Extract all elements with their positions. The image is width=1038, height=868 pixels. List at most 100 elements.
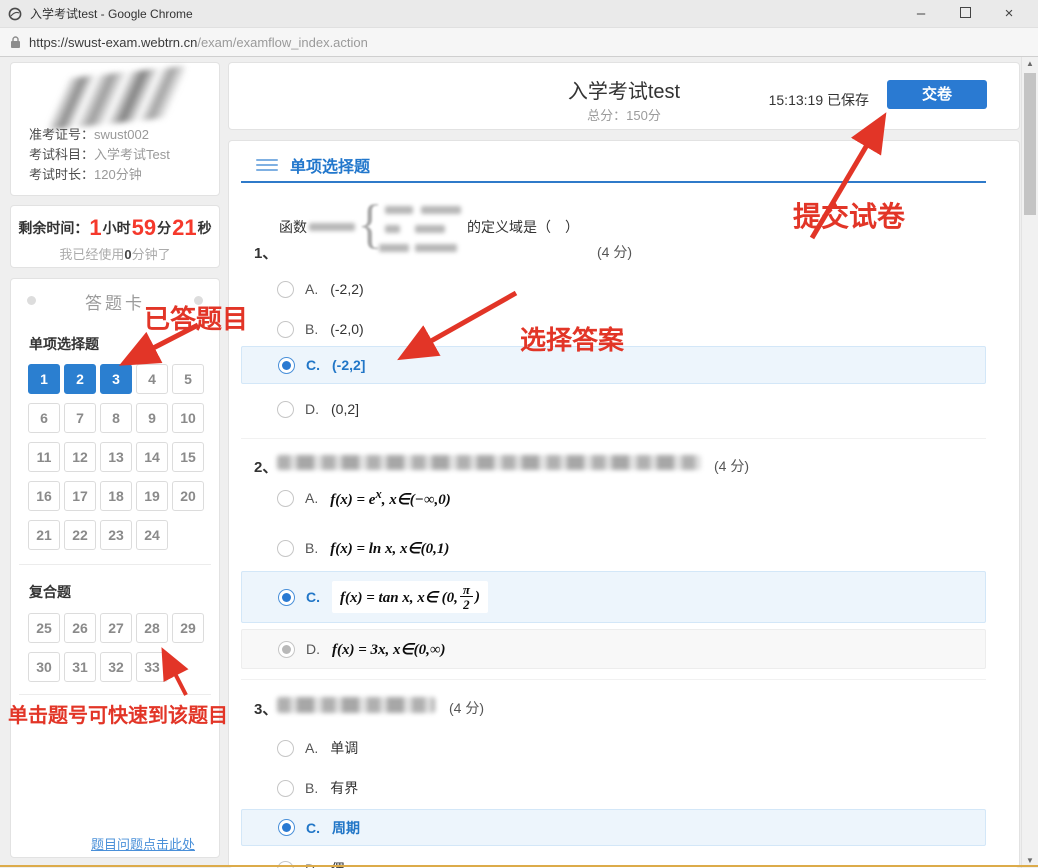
question-number-button-2[interactable]: 2 xyxy=(64,364,96,394)
question-divider xyxy=(241,679,986,680)
minimize-button[interactable]: – xyxy=(906,5,936,22)
question-number-button-21[interactable]: 21 xyxy=(28,520,60,550)
question-number-button-24[interactable]: 24 xyxy=(136,520,168,550)
q1-option-b-label: B. xyxy=(305,321,318,337)
answer-card-title: 答题卡 xyxy=(11,289,219,314)
q1-option-b[interactable]: B. (-2,0) xyxy=(241,315,986,343)
question-number-button-13[interactable]: 13 xyxy=(100,442,132,472)
question-number-button-19[interactable]: 19 xyxy=(136,481,168,511)
q3-option-c-label: C. xyxy=(306,820,320,836)
question-number-button-32[interactable]: 32 xyxy=(100,652,132,682)
question-number-button-12[interactable]: 12 xyxy=(64,442,96,472)
question-number-button-29[interactable]: 29 xyxy=(172,613,204,643)
question-number-button-28[interactable]: 28 xyxy=(136,613,168,643)
seconds-unit: 秒 xyxy=(198,220,212,236)
hours-unit: 小时 xyxy=(103,220,131,236)
question-number-button-4[interactable]: 4 xyxy=(136,364,168,394)
question-number-button-25[interactable]: 25 xyxy=(28,613,60,643)
question-number-button-26[interactable]: 26 xyxy=(64,613,96,643)
question-help-link[interactable]: 题目问题点击此处 xyxy=(91,834,195,853)
q3-option-b[interactable]: B. 有界 xyxy=(241,774,986,802)
q2-option-a-radio[interactable] xyxy=(277,490,294,507)
window-title: 入学考试test - Google Chrome xyxy=(30,5,906,22)
q2-option-c-radio[interactable] xyxy=(278,589,295,606)
q1-option-d-radio[interactable] xyxy=(277,401,294,418)
question-number-button-14[interactable]: 14 xyxy=(136,442,168,472)
remaining-time-label: 剩余时间： xyxy=(18,220,88,236)
question-1-prefix: 函数 xyxy=(279,217,307,237)
candidate-photo-blurred xyxy=(49,66,185,130)
question-number-button-22[interactable]: 22 xyxy=(64,520,96,550)
question-number-button-10[interactable]: 10 xyxy=(172,403,204,433)
vertical-scrollbar[interactable]: ▲ ▼ xyxy=(1021,57,1038,868)
q3-option-b-radio[interactable] xyxy=(277,780,294,797)
time-used-number: 0 xyxy=(124,247,131,262)
q1-option-a[interactable]: A. (-2,2) xyxy=(241,275,986,303)
question-number-button-7[interactable]: 7 xyxy=(64,403,96,433)
lock-icon xyxy=(10,35,21,49)
submit-exam-button[interactable]: 交卷 xyxy=(887,80,987,109)
question-number-button-6[interactable]: 6 xyxy=(28,403,60,433)
exam-duration-row: 考试时长：120分钟 xyxy=(29,165,170,185)
q1-option-c-selected[interactable]: C. (-2,2] xyxy=(241,346,986,384)
question-number-button-8[interactable]: 8 xyxy=(100,403,132,433)
maximize-button[interactable] xyxy=(950,5,980,22)
exam-duration-label: 考试时长： xyxy=(29,167,94,182)
q1-option-b-radio[interactable] xyxy=(277,321,294,338)
question-number-button-9[interactable]: 9 xyxy=(136,403,168,433)
question-2-score: (4 分) xyxy=(714,456,749,476)
question-number-button-17[interactable]: 17 xyxy=(64,481,96,511)
exam-header-card: 入学考试test 总分：150分 15:13:19 已保存 交卷 xyxy=(228,62,1020,130)
question-2-number: 2、 xyxy=(254,456,277,477)
q2-option-c-selected[interactable]: C. f(x) = tan x, x∈ (0, π2 ) xyxy=(241,571,986,623)
section-underline xyxy=(241,181,986,183)
question-number-button-30[interactable]: 30 xyxy=(28,652,60,682)
q2-option-d[interactable]: D. f(x) = 3x, x∈(0,∞) xyxy=(241,629,986,669)
site-favicon-icon xyxy=(8,7,22,21)
q2-option-b[interactable]: B. f(x) = ln x, x∈(0,1) xyxy=(241,534,986,562)
question-number-button-11[interactable]: 11 xyxy=(28,442,60,472)
address-bar[interactable]: https://swust-exam.webtrn.cn/exam/examfl… xyxy=(0,28,1038,57)
question-number-button-15[interactable]: 15 xyxy=(172,442,204,472)
question-number-button-27[interactable]: 27 xyxy=(100,613,132,643)
question-number-button-1[interactable]: 1 xyxy=(28,364,60,394)
question-number-button-3[interactable]: 3 xyxy=(100,364,132,394)
remaining-minutes: 59 xyxy=(131,215,157,240)
url-path: /exam/examflow_index.action xyxy=(197,35,368,50)
q1-option-d[interactable]: D. (0,2] xyxy=(241,395,986,423)
q3-option-c-radio[interactable] xyxy=(278,819,295,836)
q2-option-a[interactable]: A. f(x) = ex, x∈(−∞,0) xyxy=(241,484,986,512)
remaining-time: 剩余时间：1小时59分21秒 xyxy=(11,215,219,241)
q1-option-d-text: (0,2] xyxy=(331,401,359,417)
question-number-button-16[interactable]: 16 xyxy=(28,481,60,511)
q1-option-a-radio[interactable] xyxy=(277,281,294,298)
q3-option-c-selected[interactable]: C. 周期 xyxy=(241,809,986,846)
autosave-status: 15:13:19 已保存 xyxy=(769,90,869,110)
remaining-seconds: 21 xyxy=(171,215,197,240)
question-2-blurred-text xyxy=(277,455,701,470)
q3-option-a[interactable]: A. 单调 xyxy=(241,734,986,762)
q2-option-a-formula: f(x) = ex, x∈(−∞,0) xyxy=(330,487,451,509)
close-button[interactable]: × xyxy=(994,5,1024,22)
q2-option-b-radio[interactable] xyxy=(277,540,294,557)
question-number-button-33[interactable]: 33 xyxy=(136,652,168,682)
q2-option-b-formula: f(x) = ln x, x∈(0,1) xyxy=(330,539,449,558)
questions-panel: 单项选择题 1、 函数 { 的定义域是（ ） (4 分) A. (-2,2) xyxy=(228,140,1020,868)
q2-option-d-formula: f(x) = 3x, x∈(0,∞) xyxy=(332,640,446,659)
exam-page: 准考证号：swust002 考试科目：入学考试Test 考试时长：120分钟 剩… xyxy=(0,57,1038,868)
answer-card: 答题卡 单项选择题 123456789101112131415161718192… xyxy=(10,278,220,858)
question-divider xyxy=(241,438,986,439)
q3-option-a-radio[interactable] xyxy=(277,740,294,757)
scrollbar-thumb[interactable] xyxy=(1024,73,1036,215)
q2-option-d-radio[interactable] xyxy=(278,641,295,658)
question-number-button-18[interactable]: 18 xyxy=(100,481,132,511)
question-section-title: 单项选择题 xyxy=(290,153,370,177)
question-grid-compound: 2526272829 30313233 xyxy=(28,613,210,682)
question-number-button-5[interactable]: 5 xyxy=(172,364,204,394)
question-number-button-31[interactable]: 31 xyxy=(64,652,96,682)
q1-option-c-radio[interactable] xyxy=(278,357,295,374)
scroll-up-arrow-icon[interactable]: ▲ xyxy=(1022,57,1038,71)
q2-option-d-label: D. xyxy=(306,641,320,657)
question-number-button-20[interactable]: 20 xyxy=(172,481,204,511)
question-number-button-23[interactable]: 23 xyxy=(100,520,132,550)
